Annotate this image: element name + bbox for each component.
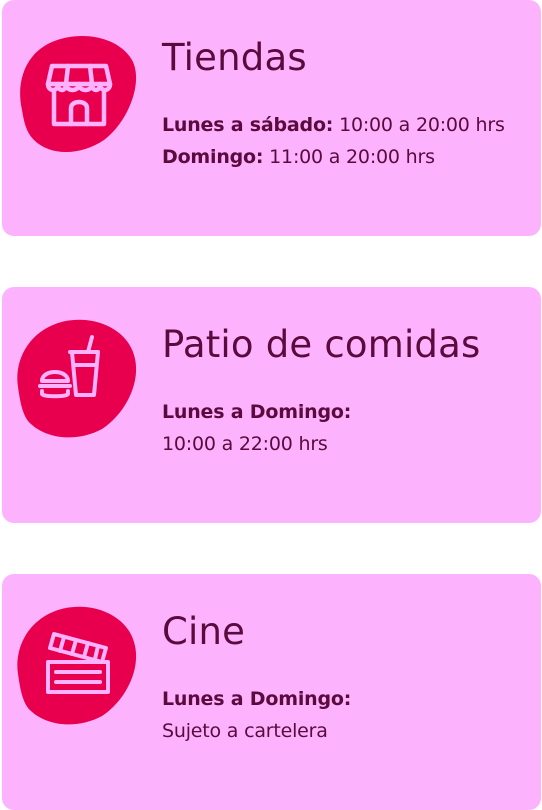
schedule-value: Sujeto a cartelera bbox=[162, 720, 328, 742]
schedule-value: 10:00 a 20:00 hrs bbox=[339, 114, 505, 136]
clapperboard-icon bbox=[17, 606, 137, 725]
schedule-card-tiendas: Tiendas Lunes a sábado: 10:00 a 20:00 hr… bbox=[2, 0, 541, 236]
schedule-line: Domingo: 11:00 a 20:00 hrs bbox=[162, 146, 435, 168]
schedule-line: Lunes a Domingo: bbox=[162, 401, 351, 423]
schedule-line: 10:00 a 22:00 hrs bbox=[162, 433, 328, 455]
schedule-line: Sujeto a cartelera bbox=[162, 720, 328, 742]
schedule-line: Lunes a Domingo: bbox=[162, 688, 351, 710]
schedule-line: Lunes a sábado: 10:00 a 20:00 hrs bbox=[162, 114, 505, 136]
store-icon bbox=[20, 36, 137, 152]
card-title: Cine bbox=[162, 610, 246, 653]
fast-food-icon bbox=[17, 319, 137, 438]
schedule-label: Lunes a Domingo: bbox=[162, 401, 352, 423]
card-title: Patio de comidas bbox=[162, 323, 481, 366]
schedule-label: Lunes a Domingo: bbox=[162, 688, 352, 710]
schedule-label: Lunes a sábado: bbox=[162, 114, 334, 136]
schedule-card-cine: Cine Lunes a Domingo: Sujeto a cartelera bbox=[2, 574, 541, 810]
schedule-value: 10:00 a 22:00 hrs bbox=[162, 433, 328, 455]
schedule-value: 11:00 a 20:00 hrs bbox=[269, 146, 435, 168]
schedule-card-patio-de-comidas: Patio de comidas Lunes a Domingo: 10:00 … bbox=[2, 287, 541, 523]
card-title: Tiendas bbox=[162, 36, 307, 79]
schedule-label: Domingo: bbox=[162, 146, 264, 168]
